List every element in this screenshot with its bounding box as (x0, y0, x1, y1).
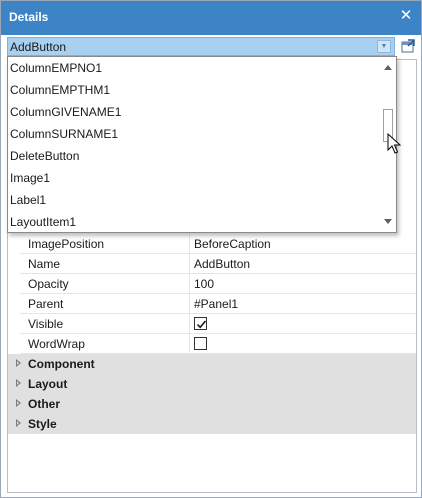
property-row[interactable]: Name AddButton (8, 254, 416, 274)
property-name: Name (28, 257, 61, 271)
caret-right-icon[interactable] (16, 399, 21, 407)
row-gutter (8, 294, 20, 314)
property-row[interactable]: WordWrap (8, 334, 416, 354)
property-value[interactable]: #Panel1 (194, 297, 238, 311)
row-gutter (8, 274, 20, 294)
category-layout[interactable]: Layout (8, 374, 416, 394)
column-divider (189, 254, 190, 274)
chevron-down-icon[interactable]: ▼ (377, 40, 391, 53)
row-gutter (8, 314, 20, 334)
category-component[interactable]: Component (8, 354, 416, 374)
wordwrap-checkbox[interactable] (194, 337, 207, 350)
column-divider (189, 234, 190, 254)
property-value[interactable]: AddButton (194, 257, 250, 271)
caret-right-icon[interactable] (16, 359, 21, 367)
combo-selected-value: AddButton (10, 40, 67, 54)
dropdown-item[interactable]: ColumnEMPNO1 (9, 57, 379, 79)
property-row[interactable]: ImagePosition BeforeCaption (8, 234, 416, 254)
dropdown-item[interactable]: Label1 (9, 189, 379, 211)
object-selector-combo[interactable]: AddButton ▼ (7, 37, 395, 56)
dropdown-item[interactable]: ColumnGIVENAME1 (9, 101, 379, 123)
column-divider (189, 334, 190, 354)
dropdown-item[interactable]: Image1 (9, 167, 379, 189)
dropdown-item[interactable]: ColumnEMPTHM1 (9, 79, 379, 101)
object-selector-dropdown[interactable]: ColumnEMPNO1 ColumnEMPTHM1 ColumnGIVENAM… (7, 56, 397, 233)
property-name: WordWrap (28, 337, 85, 351)
column-divider (189, 274, 190, 294)
row-gutter (8, 254, 20, 274)
category-other[interactable]: Other (8, 394, 416, 414)
property-row[interactable]: Visible (8, 314, 416, 334)
scroll-up-icon[interactable] (384, 65, 392, 70)
scroll-down-icon[interactable] (384, 219, 392, 224)
category-label: Style (28, 417, 57, 431)
row-gutter (8, 334, 20, 354)
dropdown-item[interactable]: ColumnSURNAME1 (9, 123, 379, 145)
panel-titlebar: Details ✕ (1, 1, 421, 35)
mouse-pointer-icon (387, 132, 402, 158)
category-label: Layout (28, 377, 68, 391)
property-value[interactable]: BeforeCaption (194, 237, 271, 251)
property-row[interactable]: Opacity 100 (8, 274, 416, 294)
property-row[interactable]: Parent #Panel1 (8, 294, 416, 314)
panel-title: Details (9, 10, 49, 24)
caret-right-icon[interactable] (16, 419, 21, 427)
dropdown-item[interactable]: DeleteButton (9, 145, 379, 167)
close-icon[interactable]: ✕ (398, 7, 414, 25)
category-label: Other (28, 397, 61, 411)
column-divider (189, 314, 190, 334)
property-name: ImagePosition (28, 237, 105, 251)
row-gutter (8, 234, 20, 254)
details-panel: Details ✕ AddButton ▼ ImagePosition Befo… (0, 0, 422, 498)
category-style[interactable]: Style (8, 414, 416, 434)
category-label: Component (28, 357, 95, 371)
property-value[interactable]: 100 (194, 277, 214, 291)
property-name: Opacity (28, 277, 69, 291)
property-name: Visible (28, 317, 64, 331)
property-name: Parent (28, 297, 64, 311)
checkmark-icon (196, 320, 207, 329)
visible-checkbox[interactable] (194, 317, 207, 330)
column-divider (189, 294, 190, 314)
dropdown-item[interactable]: LayoutItem1 (9, 211, 379, 233)
caret-right-icon[interactable] (16, 379, 21, 387)
popout-icon[interactable] (400, 38, 416, 54)
